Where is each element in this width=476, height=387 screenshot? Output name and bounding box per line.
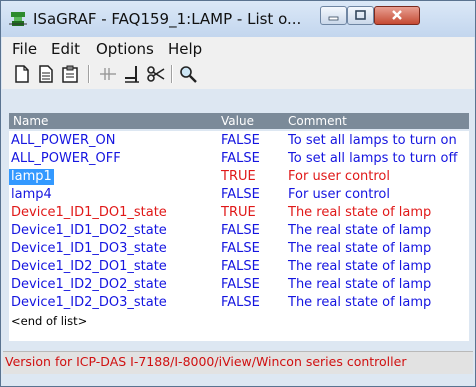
list-row[interactable]: Device1_ID2_DO3_state FALSE The real sta…: [9, 295, 469, 311]
list-row[interactable]: Device1_ID1_DO1_state TRUE The real stat…: [9, 205, 469, 221]
list-row[interactable]: Device1_ID1_DO2_state FALSE The real sta…: [9, 223, 469, 239]
variable-value: FALSE: [221, 133, 260, 148]
variable-comment: For user control: [288, 187, 390, 202]
variable-value: FALSE: [221, 295, 260, 310]
variable-value: FALSE: [221, 277, 260, 292]
header-value[interactable]: Value: [221, 114, 254, 128]
end-of-list-label: <end of list>: [11, 314, 88, 328]
header-name[interactable]: Name: [13, 114, 48, 128]
minimize-icon: [328, 16, 339, 21]
cut-icon[interactable]: [146, 64, 166, 84]
ladder-icon[interactable]: [98, 64, 118, 84]
variable-name: Device1_ID2_DO1_state: [11, 259, 167, 274]
variable-value: FALSE: [221, 223, 260, 238]
variable-value: TRUE: [221, 205, 256, 220]
list-row[interactable]: Device1_ID2_DO2_state FALSE The real sta…: [9, 277, 469, 293]
menu-options[interactable]: Options: [96, 40, 154, 58]
status-text: Version for ICP-DAS I-7188/I-8000/iView/…: [5, 354, 407, 369]
isagraf-app-icon: [9, 12, 27, 26]
insert-icon[interactable]: [122, 64, 142, 84]
variable-list[interactable]: ALL_POWER_ON FALSE To set all lamps to t…: [9, 131, 469, 341]
variable-name: ALL_POWER_OFF: [11, 151, 121, 166]
app-window: ISaGRAF - FAQ159_1:LAMP - List o... File…: [0, 0, 476, 387]
variable-comment: To set all lamps to turn on: [288, 133, 457, 148]
menu-help[interactable]: Help: [168, 40, 202, 58]
variable-comment: To set all lamps to turn off: [288, 151, 458, 166]
variable-comment: The real state of lamp: [288, 277, 432, 292]
minimize-button[interactable]: [320, 6, 347, 25]
variable-comment: The real state of lamp: [288, 241, 432, 256]
search-icon[interactable]: [178, 64, 198, 84]
close-icon: [392, 10, 402, 20]
variable-value: FALSE: [221, 241, 260, 256]
toolbar-separator: [171, 65, 173, 83]
list-row[interactable]: Device1_ID2_DO1_state FALSE The real sta…: [9, 259, 469, 275]
copy-icon[interactable]: [36, 64, 56, 84]
header-comment[interactable]: Comment: [288, 114, 347, 128]
variable-value: FALSE: [221, 259, 260, 274]
variable-value: FALSE: [221, 187, 260, 202]
variable-comment: The real state of lamp: [288, 223, 432, 238]
variable-name: ALL_POWER_ON: [11, 133, 116, 148]
variable-value: TRUE: [221, 169, 256, 184]
variable-comment: The real state of lamp: [288, 259, 432, 274]
list-row[interactable]: ALL_POWER_ON FALSE To set all lamps to t…: [9, 133, 469, 149]
status-bar: Version for ICP-DAS I-7188/I-8000/iView/…: [3, 351, 473, 374]
list-row[interactable]: lamp4 FALSE For user control: [9, 187, 469, 203]
variable-comment: The real state of lamp: [288, 295, 432, 310]
variable-comment: For user control: [288, 169, 390, 184]
window-title: ISaGRAF - FAQ159_1:LAMP - List o...: [33, 10, 302, 28]
paste-icon[interactable]: [60, 64, 80, 84]
variable-name: Device1_ID1_DO2_state: [11, 223, 167, 238]
list-row[interactable]: lamp1 TRUE For user control: [9, 169, 469, 185]
variable-name: Device1_ID1_DO3_state: [11, 241, 167, 256]
variable-name: Device1_ID2_DO3_state: [11, 295, 167, 310]
variable-value: FALSE: [221, 151, 260, 166]
list-row[interactable]: Device1_ID1_DO3_state FALSE The real sta…: [9, 241, 469, 257]
menu-bar: File Edit Options Help: [2, 37, 474, 59]
menu-edit[interactable]: Edit: [51, 40, 80, 58]
list-end-marker: <end of list>: [9, 313, 469, 329]
variable-comment: The real state of lamp: [288, 205, 432, 220]
list-header: Name Value Comment: [9, 113, 469, 129]
close-button[interactable]: [374, 6, 420, 25]
variable-name: Device1_ID1_DO1_state: [11, 205, 167, 220]
new-icon[interactable]: [12, 64, 32, 84]
toolbar-separator: [88, 65, 90, 83]
variable-name: Device1_ID2_DO2_state: [11, 277, 167, 292]
variable-name: lamp1: [9, 169, 54, 185]
menu-file[interactable]: File: [12, 40, 37, 58]
title-bar[interactable]: ISaGRAF - FAQ159_1:LAMP - List o...: [1, 1, 475, 37]
variable-name: lamp4: [11, 187, 52, 202]
maximize-button[interactable]: [347, 6, 374, 25]
maximize-icon: [355, 10, 366, 20]
toolbar: [2, 59, 474, 89]
list-row[interactable]: ALL_POWER_OFF FALSE To set all lamps to …: [9, 151, 469, 167]
